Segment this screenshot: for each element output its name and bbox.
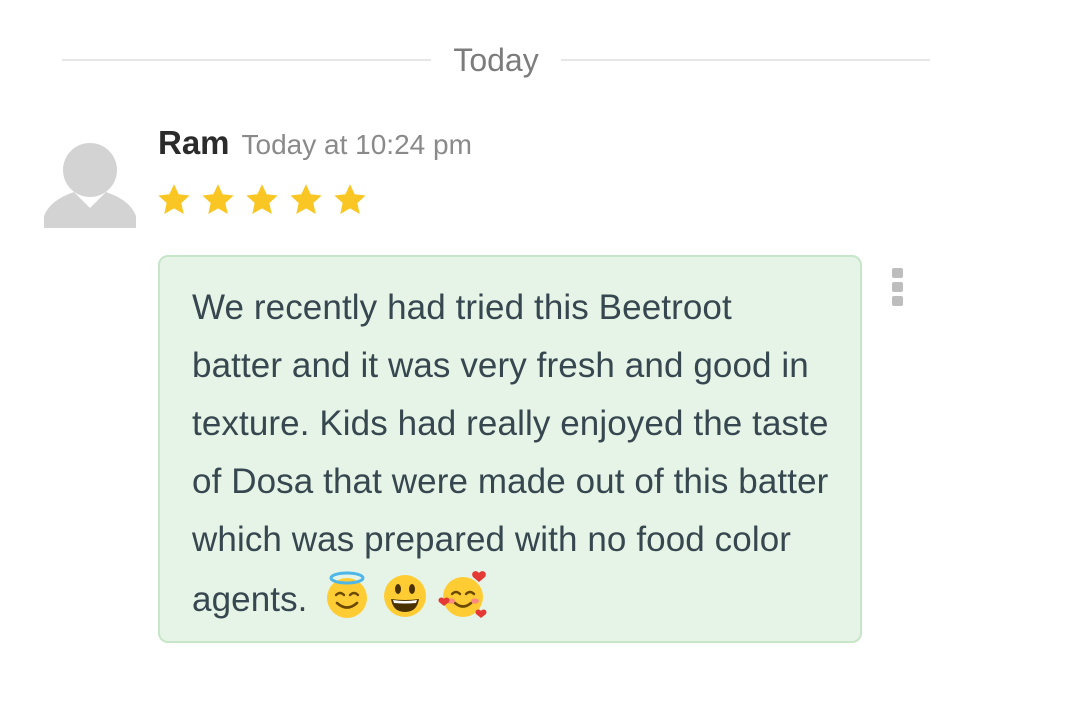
star-icon [158, 184, 190, 214]
star-rating [156, 182, 376, 218]
emoji-group [321, 569, 489, 621]
star-icon [290, 184, 322, 214]
review-screen: Today Ram Today at 10:24 pm We recently … [0, 0, 1080, 720]
more-vertical-icon-dot [891, 268, 903, 278]
divider-line-right [560, 59, 931, 61]
review-message-bubble: We recently had tried this Beetroot batt… [158, 255, 862, 643]
more-vertical-icon-dot [891, 282, 903, 292]
grinning-face-emoji [384, 575, 427, 617]
star-icon [202, 184, 234, 214]
star-icon [334, 184, 366, 214]
date-divider-label: Today [453, 42, 539, 78]
star-icon [246, 184, 278, 214]
more-options-button[interactable] [888, 268, 906, 312]
review-message-text: We recently had tried this Beetroot batt… [192, 288, 829, 619]
divider-line-left [62, 59, 432, 61]
default-user-icon [44, 143, 136, 228]
smiling-face-with-halo-emoji [327, 571, 368, 618]
review-header: Ram Today at 10:24 pm [158, 124, 472, 168]
more-vertical-icon-dot [891, 296, 903, 306]
review-timestamp: Today at 10:24 pm [241, 129, 472, 160]
author-name[interactable]: Ram [158, 124, 230, 162]
date-divider: Today [62, 38, 931, 82]
smiling-face-with-hearts-emoji [438, 571, 487, 618]
review-message-body: We recently had tried this Beetroot batt… [192, 288, 829, 619]
avatar[interactable] [44, 128, 136, 228]
